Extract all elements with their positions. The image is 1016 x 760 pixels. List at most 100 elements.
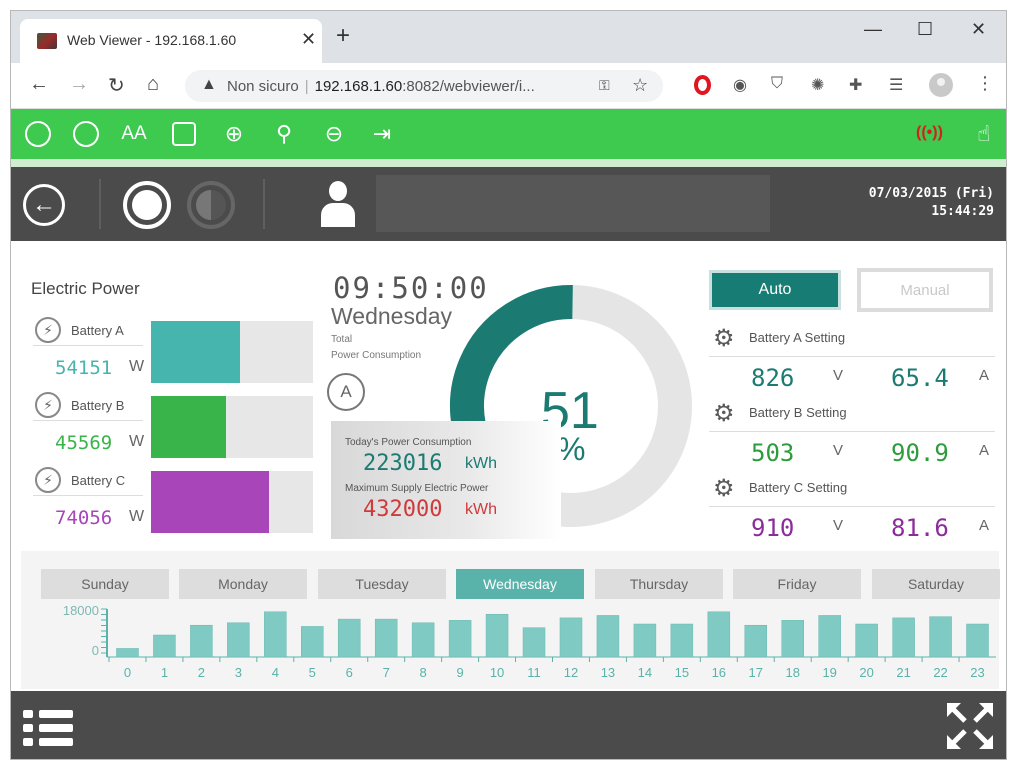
key-icon[interactable]: ⚿ xyxy=(599,77,610,94)
font-size-icon[interactable]: AA xyxy=(119,119,149,149)
warning-icon: ▲ xyxy=(201,76,217,93)
hour-bar xyxy=(781,620,804,658)
hour-bar xyxy=(707,611,731,658)
x-tick-label: 16 xyxy=(712,665,726,680)
battery-level-fill xyxy=(151,396,226,458)
x-tick-label: 11 xyxy=(527,665,541,680)
extension-shield-icon[interactable]: ⛉ xyxy=(771,75,783,93)
hour-bar xyxy=(485,613,509,658)
y-tick-label: 18000 xyxy=(63,603,99,618)
tab-monday[interactable]: Monday xyxy=(179,569,307,599)
reload-icon[interactable]: ↻ xyxy=(108,73,125,98)
touch-refresh-icon[interactable] xyxy=(23,119,53,149)
tab-tuesday[interactable]: Tuesday xyxy=(318,569,446,599)
dashboard: Electric Power ⚡ Battery A 54151 W ⚡ Bat… xyxy=(11,241,1006,691)
battery-icon: ⚡ xyxy=(35,317,61,343)
globe-icon[interactable]: ⊕ xyxy=(219,119,249,149)
minimize-icon[interactable]: — xyxy=(864,19,882,40)
extensions-puzzle-icon[interactable]: ✚ xyxy=(849,75,862,95)
max-label: Maximum Supply Electric Power xyxy=(345,483,489,494)
battery-b-row: ⚡ Battery B 45569 W xyxy=(33,390,313,465)
x-tick-label: 14 xyxy=(638,665,652,680)
x-tick-label: 2 xyxy=(198,665,205,680)
url-path: :8082/webviewer/i... xyxy=(402,78,535,95)
mode-indicator[interactable]: A xyxy=(327,373,365,411)
light-theme-button[interactable] xyxy=(123,181,171,229)
current-unit: A xyxy=(979,442,990,459)
max-unit: kWh xyxy=(465,501,497,518)
bookmark-star-icon[interactable]: ☆ xyxy=(632,75,648,96)
header-divider xyxy=(99,179,101,229)
hour-bar xyxy=(448,620,472,658)
header-time: 15:44:29 xyxy=(931,204,994,219)
today-label: Today's Power Consumption xyxy=(345,437,472,448)
toolbar-divider xyxy=(11,159,1006,167)
hour-bar xyxy=(337,618,361,658)
battery-level-bar xyxy=(151,396,313,458)
clock-weekday: Wednesday xyxy=(331,303,453,329)
battery-unit: W xyxy=(129,508,145,525)
x-tick-label: 22 xyxy=(933,665,947,680)
manual-mode-button[interactable]: Manual xyxy=(857,268,993,312)
x-tick-label: 4 xyxy=(272,665,279,680)
user-name-field xyxy=(376,175,770,232)
x-tick-label: 20 xyxy=(859,665,873,680)
close-tab-icon[interactable]: ✕ xyxy=(301,29,316,50)
touch-gesture-icon[interactable]: ☝ xyxy=(969,119,999,149)
back-arrow-icon[interactable]: ← xyxy=(29,73,49,96)
address-bar[interactable]: ▲ Non sicuro | 192.168.1.60:8082/webviewer… xyxy=(185,70,663,102)
new-tab-icon[interactable]: + xyxy=(336,24,350,48)
x-tick-label: 8 xyxy=(420,665,427,680)
extension-circle-icon[interactable]: ◉ xyxy=(733,75,747,95)
user-icon[interactable] xyxy=(317,181,357,229)
exit-icon[interactable]: ⇥ xyxy=(367,119,397,149)
tab-thursday[interactable]: Thursday xyxy=(595,569,723,599)
today-value: 223016 xyxy=(363,451,443,476)
hour-bar xyxy=(264,611,287,658)
maximize-icon[interactable]: ☐ xyxy=(917,19,933,40)
tab-sunday[interactable]: Sunday xyxy=(41,569,169,599)
dark-theme-button[interactable] xyxy=(187,181,235,229)
x-tick-label: 15 xyxy=(675,665,689,680)
resize-icon[interactable] xyxy=(169,119,199,149)
x-tick-label: 7 xyxy=(383,665,390,680)
reading-list-icon[interactable]: ☰ xyxy=(889,75,903,95)
hour-bar xyxy=(227,622,250,658)
battery-c-row: ⚡ Battery C 74056 W xyxy=(33,465,313,540)
zoom-icon[interactable]: ⚲ xyxy=(269,119,299,149)
hour-bar xyxy=(596,615,620,658)
forward-arrow-icon[interactable]: → xyxy=(69,73,89,96)
auto-mode-button[interactable]: Auto xyxy=(709,270,841,310)
electric-power-title: Electric Power xyxy=(31,279,140,298)
opera-extension-icon[interactable] xyxy=(694,75,711,95)
hour-bar xyxy=(818,615,841,658)
screen-refresh-icon[interactable] xyxy=(71,119,101,149)
favicon-icon xyxy=(37,33,57,49)
hour-bar xyxy=(522,627,546,658)
back-button[interactable]: ← xyxy=(23,184,65,226)
gear-icon[interactable]: ⚙ xyxy=(713,327,735,351)
profile-avatar-icon[interactable] xyxy=(929,73,953,97)
voltage-unit: V xyxy=(833,367,844,384)
setting-name: Battery B Setting xyxy=(749,405,847,420)
x-tick-label: 21 xyxy=(896,665,910,680)
tab-wednesday[interactable]: Wednesday xyxy=(456,569,584,599)
zoom-out-icon[interactable]: ⊖ xyxy=(319,119,349,149)
hour-bar xyxy=(670,623,694,658)
battery-level-bar xyxy=(151,471,313,533)
gear-icon[interactable]: ⚙ xyxy=(713,402,735,426)
tab-friday[interactable]: Friday xyxy=(733,569,861,599)
gear-icon[interactable]: ⚙ xyxy=(713,477,735,501)
menu-list-icon[interactable] xyxy=(23,702,77,752)
hour-bar xyxy=(855,623,878,658)
header-divider xyxy=(263,179,265,229)
close-window-icon[interactable]: ✕ xyxy=(971,19,986,40)
tab-saturday[interactable]: Saturday xyxy=(872,569,1000,599)
webviewer-toolbar: AA ⊕ ⚲ ⊖ ⇥ ((•)) ☝ xyxy=(11,109,1006,159)
extension-dot-icon[interactable]: ✺ xyxy=(811,75,824,95)
browser-tab[interactable]: Web Viewer - 192.168.1.60 ✕ xyxy=(20,19,322,63)
browser-menu-icon[interactable]: ⋮ xyxy=(976,73,994,94)
fullscreen-expand-icon[interactable] xyxy=(945,701,995,751)
home-icon[interactable]: ⌂ xyxy=(147,73,159,96)
header-datetime: 07/03/2015 (Fri) 15:44:29 xyxy=(869,185,994,221)
